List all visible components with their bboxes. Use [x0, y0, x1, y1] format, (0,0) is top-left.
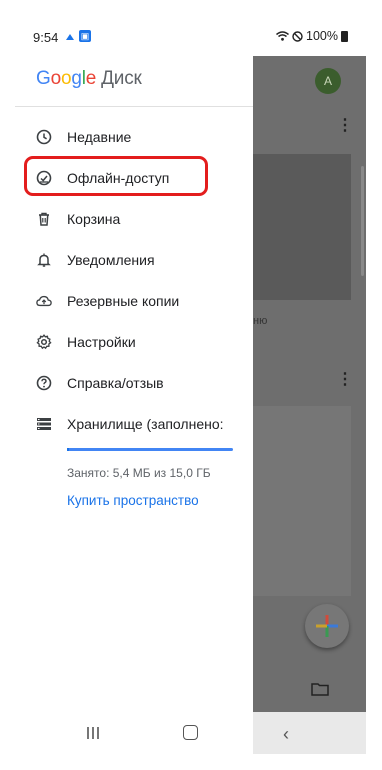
system-navigation-bar: ‹	[15, 712, 366, 754]
more-options-icon: ⋮	[337, 117, 353, 134]
storage-icon	[36, 416, 52, 432]
drawer-divider	[15, 106, 253, 107]
drawer-item-backups[interactable]: Резервные копии	[15, 283, 253, 319]
drawer-item-label: Недавние	[67, 129, 132, 145]
clock-icon	[36, 129, 52, 145]
buy-storage-link[interactable]: Купить пространство	[67, 493, 199, 508]
drawer-item-label: Корзина	[67, 211, 121, 227]
navbar-scrim	[253, 712, 366, 754]
phone-screen: 9:54 ▣ 100% A ⋮ ню ⋮ Google Диск Недавни…	[15, 16, 366, 754]
drawer-item-trash[interactable]: Корзина	[15, 201, 253, 237]
drawer-item-recent[interactable]: Недавние	[15, 119, 253, 155]
bell-icon	[36, 252, 52, 268]
plus-icon	[316, 615, 338, 637]
storage-progress-bar	[67, 448, 233, 451]
drawer-item-label: Хранилище (заполнено:	[67, 416, 224, 432]
drawer-item-storage[interactable]: Хранилище (заполнено:	[15, 406, 253, 442]
scrollbar	[361, 166, 364, 276]
wifi-icon	[276, 31, 289, 41]
google-drive-logo: Google Диск	[36, 68, 142, 89]
app-notification-icon: ▣	[79, 30, 91, 42]
file-thumbnail	[253, 406, 351, 596]
drawer-item-settings[interactable]: Настройки	[15, 324, 253, 360]
drawer-item-help[interactable]: Справка/отзыв	[15, 365, 253, 401]
notification-icon	[65, 32, 75, 42]
gear-icon	[36, 334, 52, 350]
cloud-upload-icon	[36, 293, 52, 309]
background-app-scrim[interactable]: A ⋮ ню ⋮	[253, 56, 366, 712]
trash-icon	[36, 211, 52, 227]
navigation-drawer: Google Диск Недавние Офлайн-доступ Корзин…	[15, 56, 253, 712]
file-thumbnail	[253, 154, 351, 300]
file-name-partial: ню	[253, 315, 268, 327]
battery-percent: 100%	[306, 29, 338, 43]
status-bar: 9:54 ▣ 100%	[15, 16, 366, 56]
status-right: 100%	[276, 29, 348, 43]
highlight-annotation	[24, 156, 208, 196]
recent-apps-button[interactable]	[85, 726, 101, 740]
new-fab-button	[305, 604, 349, 648]
drawer-item-label: Настройки	[67, 334, 136, 350]
do-not-disturb-icon	[292, 30, 303, 42]
status-time: 9:54	[33, 30, 59, 45]
avatar: A	[315, 68, 341, 94]
more-options-icon: ⋮	[337, 371, 353, 388]
drawer-item-label: Уведомления	[67, 252, 155, 268]
drawer-item-notifications[interactable]: Уведомления	[15, 242, 253, 278]
home-button[interactable]	[183, 725, 198, 740]
battery-icon	[341, 30, 348, 42]
drawer-item-label: Справка/отзыв	[67, 375, 164, 391]
drawer-item-label: Резервные копии	[67, 293, 180, 309]
back-button[interactable]: ‹	[283, 724, 289, 745]
folder-icon	[311, 683, 329, 696]
storage-used-text: Занято: 5,4 МБ из 15,0 ГБ	[67, 466, 211, 480]
help-icon	[36, 375, 52, 391]
